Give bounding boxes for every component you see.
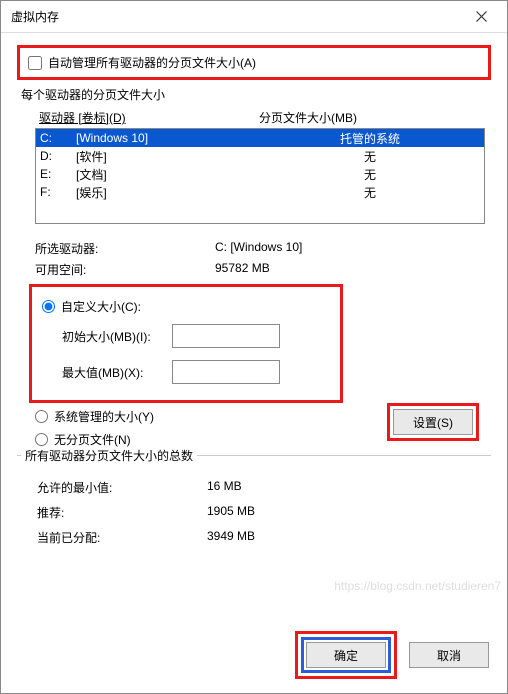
- total-rec-label: 推荐:: [37, 504, 207, 521]
- auto-manage-row: 自动管理所有驱动器的分页文件大小(A): [17, 45, 491, 80]
- system-managed-radio[interactable]: [35, 410, 48, 423]
- total-cur-label: 当前已分配:: [37, 529, 207, 546]
- drive-size: 无: [260, 148, 480, 165]
- totals-legend: 所有驱动器分页文件大小的总数: [21, 447, 197, 464]
- initial-size-label: 初始大小(MB)(I):: [42, 328, 172, 345]
- close-icon: [476, 11, 487, 22]
- drive-row[interactable]: D:[软件]无: [36, 147, 484, 165]
- ok-button-highlight-blue: 确定: [301, 637, 391, 673]
- selected-drive-row: 所选驱动器: C: [Windows 10]: [35, 238, 485, 259]
- available-space-label: 可用空间:: [35, 261, 215, 278]
- drive-table-header: 驱动器 [卷标](D) 分页文件大小(MB): [35, 107, 485, 128]
- total-rec-row: 推荐: 1905 MB: [37, 500, 491, 525]
- drive-row[interactable]: E:[文档]无: [36, 165, 484, 183]
- drive-letter: D:: [40, 149, 76, 163]
- total-min-label: 允许的最小值:: [37, 479, 207, 496]
- selected-drive-label: 所选驱动器:: [35, 240, 215, 257]
- drive-label: [Windows 10]: [76, 131, 260, 145]
- initial-size-input[interactable]: [172, 324, 280, 348]
- ok-button-highlight-red: 确定: [295, 631, 397, 679]
- custom-size-radio-label: 自定义大小(C):: [61, 298, 141, 315]
- titlebar: 虚拟内存: [1, 1, 507, 33]
- watermark: https://blog.csdn.net/studieren7: [334, 579, 501, 593]
- drive-letter: E:: [40, 167, 76, 181]
- no-paging-radio[interactable]: [35, 433, 48, 446]
- custom-size-group: 自定义大小(C): 初始大小(MB)(I): 最大值(MB)(X):: [29, 284, 343, 403]
- total-rec-value: 1905 MB: [207, 504, 255, 521]
- drive-label: [软件]: [76, 148, 260, 165]
- max-size-input[interactable]: [172, 360, 280, 384]
- drive-label: [娱乐]: [76, 184, 260, 201]
- total-cur-row: 当前已分配: 3949 MB: [37, 525, 491, 550]
- header-size-col: 分页文件大小(MB): [259, 109, 481, 126]
- total-min-row: 允许的最小值: 16 MB: [37, 475, 491, 500]
- cancel-button[interactable]: 取消: [409, 642, 489, 668]
- ok-button-label: 确定: [334, 649, 358, 663]
- drive-row[interactable]: C:[Windows 10]托管的系统: [36, 129, 484, 147]
- drive-size: 无: [260, 184, 480, 201]
- drive-letter: C:: [40, 131, 76, 145]
- total-cur-value: 3949 MB: [207, 529, 255, 546]
- custom-size-radio[interactable]: [42, 300, 55, 313]
- totals-fieldset: 所有驱动器分页文件大小的总数 允许的最小值: 16 MB 推荐: 1905 MB…: [17, 455, 491, 550]
- section-each-drive-label: 每个驱动器的分页文件大小: [21, 86, 491, 103]
- header-drive-col: 驱动器 [卷标](D): [39, 111, 126, 125]
- drive-label: [文档]: [76, 166, 260, 183]
- available-space-row: 可用空间: 95782 MB: [35, 259, 485, 280]
- set-button[interactable]: 设置(S): [393, 409, 473, 435]
- selected-drive-value: C: [Windows 10]: [215, 240, 485, 257]
- ok-button[interactable]: 确定: [306, 642, 386, 668]
- drive-letter: F:: [40, 185, 76, 199]
- available-space-value: 95782 MB: [215, 261, 485, 278]
- system-managed-label: 系统管理的大小(Y): [54, 408, 154, 425]
- close-button[interactable]: [461, 3, 501, 31]
- auto-manage-checkbox[interactable]: [28, 56, 42, 70]
- drive-list[interactable]: C:[Windows 10]托管的系统D:[软件]无E:[文档]无F:[娱乐]无: [35, 128, 485, 224]
- drive-row[interactable]: F:[娱乐]无: [36, 183, 484, 201]
- auto-manage-label: 自动管理所有驱动器的分页文件大小(A): [48, 54, 256, 71]
- drive-size: 无: [260, 166, 480, 183]
- drive-size: 托管的系统: [260, 130, 480, 147]
- no-paging-label: 无分页文件(N): [54, 431, 131, 448]
- total-min-value: 16 MB: [207, 479, 242, 496]
- cancel-button-label: 取消: [437, 649, 461, 663]
- max-size-label: 最大值(MB)(X):: [42, 364, 172, 381]
- window-title: 虚拟内存: [11, 8, 461, 25]
- set-button-highlight: 设置(S): [387, 403, 479, 441]
- set-button-label: 设置(S): [413, 416, 453, 430]
